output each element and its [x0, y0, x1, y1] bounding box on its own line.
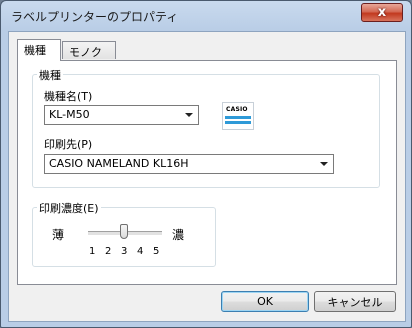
- printer-brand-logo: CASIO: [226, 106, 248, 113]
- properties-dialog: ラベルプリンターのプロパティ x 機種 モノクロ 機種 機種名(T) KL-M5…: [0, 0, 412, 328]
- destination-value: CASIO NAMELAND KL16H: [49, 157, 189, 170]
- density-tick-4: 4: [137, 246, 144, 257]
- printer-icon-stripe: [225, 116, 251, 119]
- chevron-down-icon: [320, 162, 328, 166]
- printer-icon: CASIO: [222, 102, 254, 130]
- density-tick-2: 2: [105, 246, 112, 257]
- dialog-body: 機種 モノクロ 機種 機種名(T) KL-M50 CASIO 印刷先(P) CA…: [8, 31, 406, 322]
- density-dark-label: 濃: [172, 228, 185, 242]
- tab-model[interactable]: 機種: [17, 39, 61, 61]
- density-tick-3: 3: [121, 246, 128, 257]
- density-group-legend: 印刷濃度(E): [37, 200, 101, 216]
- close-button[interactable]: x: [361, 3, 403, 22]
- model-group-legend: 機種: [37, 67, 63, 83]
- model-name-value: KL-M50: [49, 108, 90, 121]
- model-name-select[interactable]: KL-M50: [44, 105, 199, 125]
- destination-select[interactable]: CASIO NAMELAND KL16H: [44, 154, 334, 174]
- destination-label: 印刷先(P): [44, 138, 93, 151]
- model-group: 機種 機種名(T) KL-M50 CASIO 印刷先(P) CASIO NAME…: [32, 67, 380, 188]
- density-group: 印刷濃度(E) 薄 濃 12345: [32, 200, 216, 267]
- title-bar: ラベルプリンターのプロパティ x: [1, 1, 411, 31]
- tab-monochrome[interactable]: モノクロ: [62, 41, 116, 75]
- chevron-down-icon: [185, 113, 193, 117]
- density-slider-thumb[interactable]: [120, 224, 128, 239]
- window-title: ラベルプリンターのプロパティ: [11, 10, 179, 24]
- close-icon: x: [377, 5, 387, 20]
- density-light-label: 薄: [52, 228, 65, 242]
- density-tick-1: 1: [89, 246, 96, 257]
- ok-button[interactable]: OK: [221, 291, 309, 312]
- density-tick-5: 5: [153, 246, 160, 257]
- cancel-button[interactable]: キャンセル: [314, 291, 396, 312]
- model-name-label: 機種名(T): [44, 90, 93, 103]
- tab-panel: 機種 機種名(T) KL-M50 CASIO 印刷先(P) CASIO NAME…: [17, 60, 397, 285]
- printer-icon-stripe: [225, 121, 251, 124]
